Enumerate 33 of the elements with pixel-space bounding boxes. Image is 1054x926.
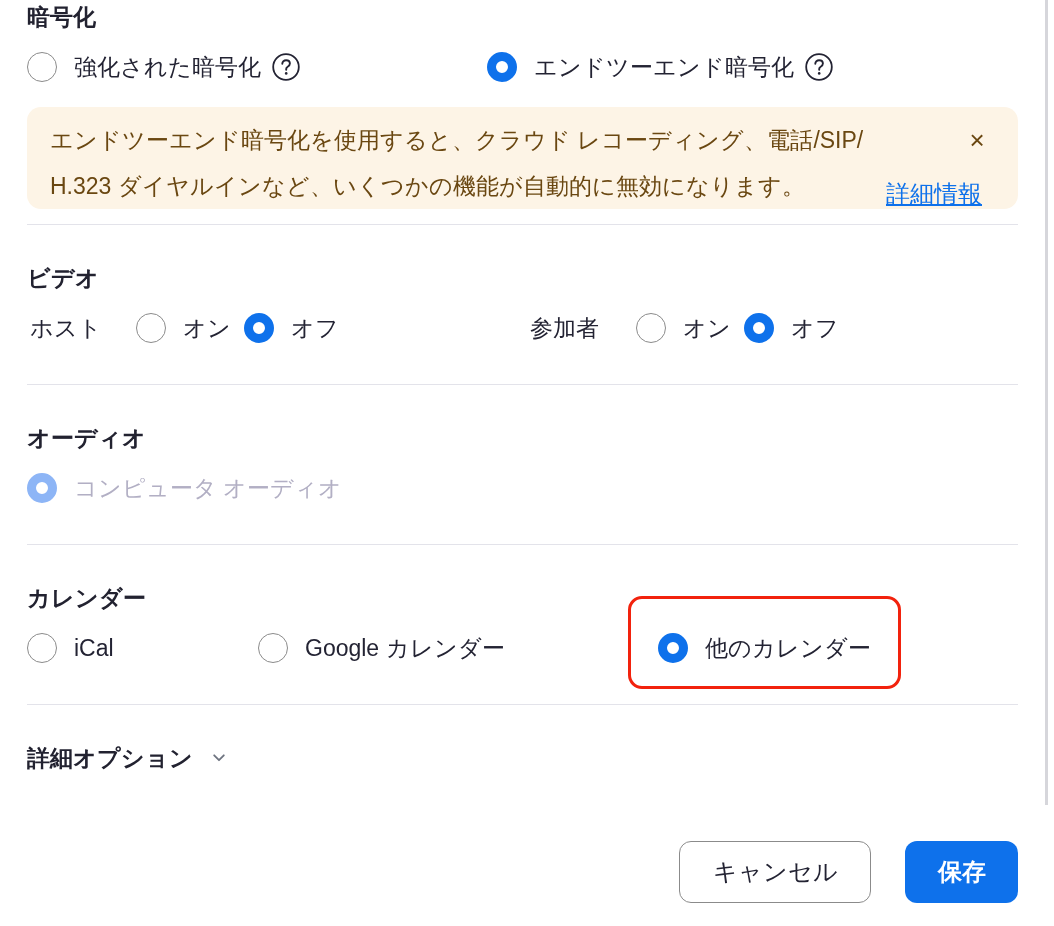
help-icon[interactable] (272, 53, 300, 81)
advanced-options-toggle[interactable]: 詳細オプション (27, 743, 225, 773)
help-icon[interactable] (805, 53, 833, 81)
radio-button[interactable] (27, 633, 57, 663)
section-heading: ビデオ (27, 264, 100, 293)
radio-label[interactable]: Google カレンダー (305, 633, 505, 663)
radio-label[interactable]: iCal (74, 633, 114, 663)
radio-label[interactable]: オン (183, 313, 231, 343)
radio-label[interactable]: オフ (791, 313, 839, 343)
more-info-link[interactable]: 詳細情報 (886, 182, 982, 206)
radio-label[interactable]: エンドツーエンド暗号化 (534, 52, 794, 82)
section-heading: オーディオ (27, 424, 147, 453)
radio-label[interactable]: 強化された暗号化 (74, 52, 261, 82)
radio-button[interactable] (244, 313, 274, 343)
row-label: 参加者 (529, 314, 600, 343)
radio-button[interactable] (636, 313, 666, 343)
notice-text: エンドツーエンド暗号化を使用すると、クラウド レコーディング、電話/SIP/H.323 ダイヤルインなど、いくつかの機能が自動的に無効になります。 (50, 126, 865, 201)
close-button[interactable]: × (962, 117, 992, 163)
radio-label[interactable]: オン (683, 313, 731, 343)
radio-label: コンピュータ オーディオ (74, 474, 343, 503)
radio-label[interactable]: 他のカレンダー (705, 633, 871, 663)
section-heading: 暗号化 (27, 3, 97, 32)
radio-button[interactable] (258, 633, 288, 663)
row-label: ホスト (29, 314, 103, 343)
radio-button[interactable] (487, 52, 517, 82)
radio-label[interactable]: オフ (291, 313, 339, 343)
radio-button[interactable] (744, 313, 774, 343)
radio-button[interactable] (27, 52, 57, 82)
section-heading: カレンダー (27, 584, 147, 613)
radio-button[interactable] (136, 313, 166, 343)
cancel-button[interactable]: キャンセル (679, 841, 871, 903)
radio-button[interactable] (658, 633, 688, 663)
save-button[interactable]: 保存 (905, 841, 1018, 903)
